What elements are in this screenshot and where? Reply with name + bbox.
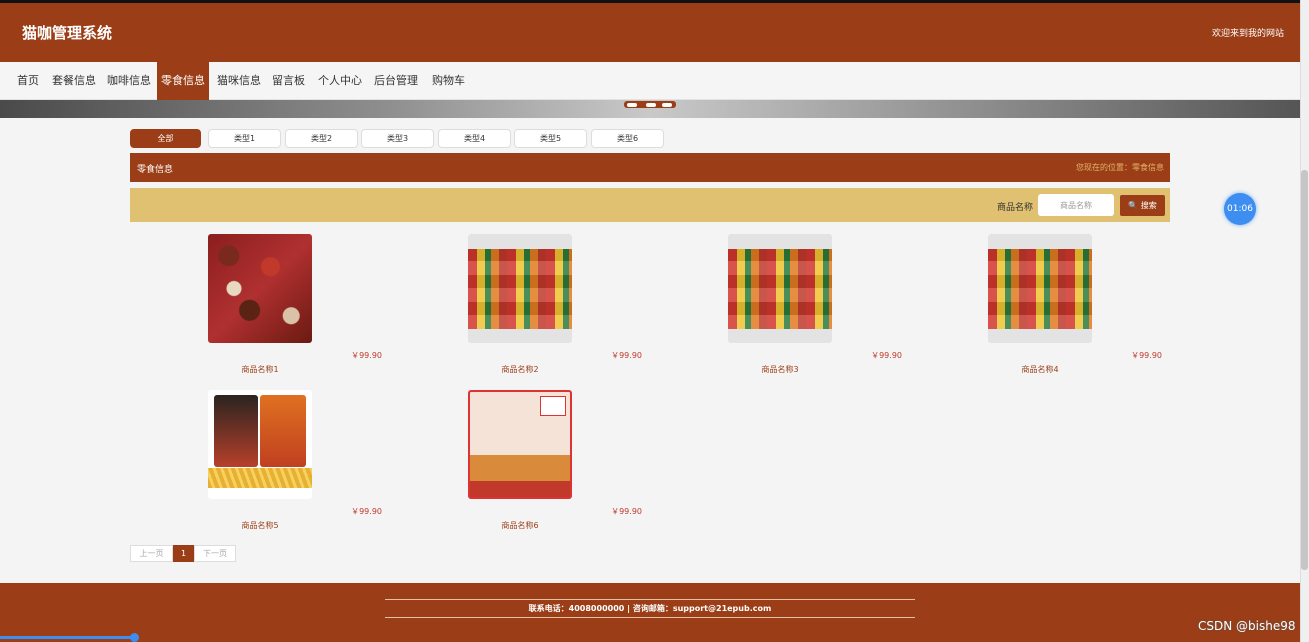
nav-profile[interactable]: 个人中心	[314, 62, 366, 100]
nav-message-board[interactable]: 留言板	[268, 62, 309, 100]
scrollbar-thumb[interactable]	[1301, 170, 1308, 570]
video-progress-handle[interactable]	[130, 633, 139, 642]
product-price: ￥99.90	[1131, 351, 1162, 360]
product-price: ￥99.90	[611, 351, 642, 360]
carousel-dot[interactable]	[662, 103, 672, 107]
carousel-dot[interactable]	[646, 103, 656, 107]
main-content: 全部 类型1 类型2 类型3 类型4 类型5 类型6 零食信息 您现在的位置：零…	[0, 118, 1300, 583]
pagination-next[interactable]: 下一页	[194, 545, 236, 562]
product-image[interactable]	[988, 234, 1092, 343]
product-image[interactable]	[728, 234, 832, 343]
product-card[interactable]: ￥99.90 商品名称6	[390, 390, 650, 540]
carousel-indicators	[624, 101, 676, 108]
filter-all[interactable]: 全部	[130, 129, 201, 148]
footer-divider	[385, 599, 915, 600]
banner-carousel	[0, 100, 1300, 118]
search-bar: 商品名称 🔍 搜索	[130, 188, 1170, 222]
search-button[interactable]: 🔍 搜索	[1120, 195, 1165, 216]
filter-type6[interactable]: 类型6	[591, 129, 664, 148]
nav-snacks[interactable]: 零食信息	[157, 62, 209, 100]
pagination-prev[interactable]: 上一页	[130, 545, 173, 562]
product-name[interactable]: 商品名称2	[390, 364, 650, 375]
footer-contact: 联系电话：4008000000 | 咨询邮箱：support@21epub.co…	[528, 604, 772, 613]
breadcrumb: 您现在的位置：零食信息	[1076, 163, 1164, 172]
product-image[interactable]	[208, 390, 312, 499]
nav-cats[interactable]: 猫咪信息	[213, 62, 265, 100]
product-price: ￥99.90	[351, 351, 382, 360]
pagination-page-1[interactable]: 1	[173, 545, 194, 562]
filter-type1[interactable]: 类型1	[208, 129, 281, 148]
nav-packages[interactable]: 套餐信息	[48, 62, 100, 100]
site-header: 猫咖管理系统 欢迎来到我的网站	[0, 3, 1300, 62]
carousel-dot[interactable]	[627, 103, 637, 107]
product-card[interactable]: ￥99.90 商品名称5	[130, 390, 390, 540]
product-price: ￥99.90	[611, 507, 642, 516]
product-name[interactable]: 商品名称1	[130, 364, 390, 375]
watermark: CSDN @bishe98	[1198, 619, 1296, 633]
product-name[interactable]: 商品名称5	[130, 520, 390, 531]
filter-type2[interactable]: 类型2	[285, 129, 358, 148]
product-name[interactable]: 商品名称6	[390, 520, 650, 531]
footer-divider	[385, 617, 915, 618]
product-name[interactable]: 商品名称4	[910, 364, 1170, 375]
filter-type5[interactable]: 类型5	[514, 129, 587, 148]
nav-admin[interactable]: 后台管理	[370, 62, 422, 100]
floating-timer[interactable]: 01:06	[1224, 193, 1256, 225]
nav-cart[interactable]: 购物车	[428, 62, 469, 100]
product-card[interactable]: ￥99.90 商品名称2	[390, 234, 650, 384]
search-icon: 🔍	[1128, 201, 1139, 210]
main-nav: 首页 套餐信息 咖啡信息 零食信息 猫咪信息 留言板 个人中心 后台管理 购物车	[0, 62, 1300, 100]
section-title: 零食信息	[137, 165, 174, 175]
product-name[interactable]: 商品名称3	[650, 364, 910, 375]
product-card[interactable]: ￥99.90 商品名称1	[130, 234, 390, 384]
filter-type4[interactable]: 类型4	[438, 129, 511, 148]
site-title: 猫咖管理系统	[22, 24, 113, 42]
product-image[interactable]	[468, 234, 572, 343]
search-input[interactable]	[1038, 194, 1114, 216]
nav-coffee[interactable]: 咖啡信息	[103, 62, 155, 100]
product-price: ￥99.90	[351, 507, 382, 516]
nav-home[interactable]: 首页	[13, 62, 43, 100]
product-price: ￥99.90	[871, 351, 902, 360]
search-label: 商品名称	[997, 203, 1034, 213]
site-footer: 联系电话：4008000000 | 咨询邮箱：support@21epub.co…	[0, 583, 1300, 642]
section-title-bar: 零食信息 您现在的位置：零食信息	[130, 153, 1170, 182]
video-progress-bar[interactable]	[0, 636, 135, 639]
welcome-text: 欢迎来到我的网站	[1211, 29, 1284, 39]
product-card[interactable]: ￥99.90 商品名称3	[650, 234, 910, 384]
product-image[interactable]	[208, 234, 312, 343]
product-card[interactable]: ￥99.90 商品名称4	[910, 234, 1170, 384]
search-button-label: 搜索	[1140, 201, 1157, 210]
product-image[interactable]	[468, 390, 572, 499]
filter-type3[interactable]: 类型3	[361, 129, 434, 148]
